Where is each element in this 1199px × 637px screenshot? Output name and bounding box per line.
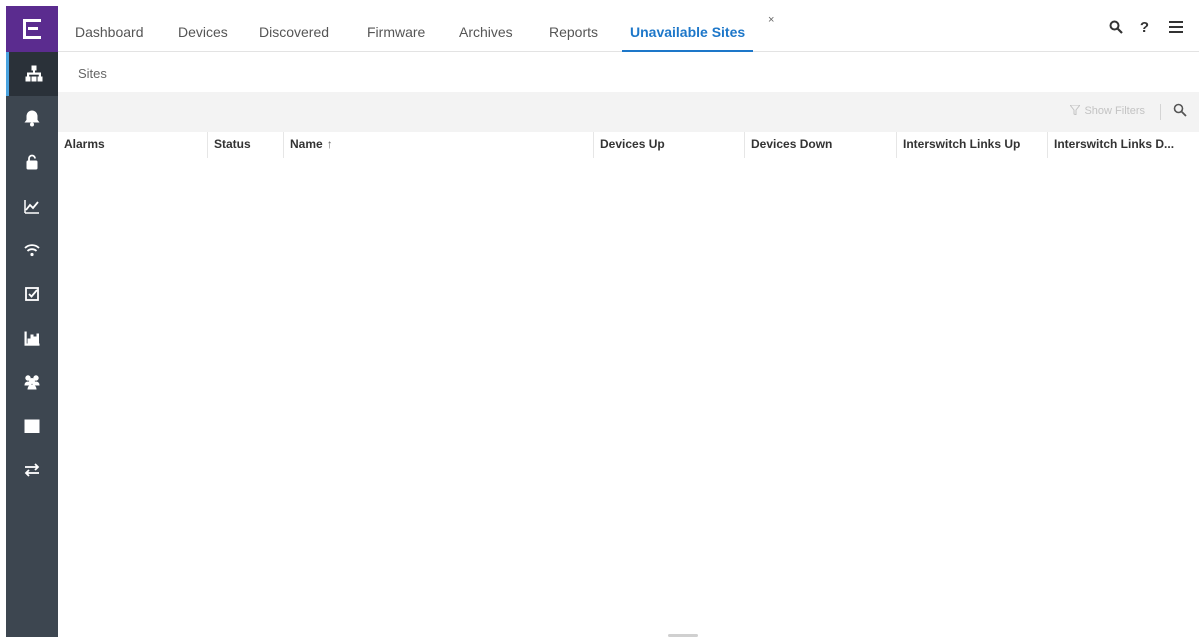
wifi-icon [24,244,40,257]
breadcrumb: Sites [78,66,107,81]
tab-discovered[interactable]: Discovered [259,6,329,52]
grid-body [58,158,1199,637]
column-status[interactable]: Status [208,132,284,158]
top-tab-bar: Dashboard Devices Discovered Firmware Ar… [58,6,1199,52]
server-icon [24,419,40,433]
logo-icon[interactable] [6,6,58,52]
help-icon[interactable]: ? [1140,19,1149,36]
tab-archives[interactable]: Archives [459,6,513,52]
column-devices-up[interactable]: Devices Up [594,132,745,158]
column-interswitch-links-up[interactable]: Interswitch Links Up [897,132,1048,158]
menu-icon[interactable] [1169,20,1183,37]
sidebar-item-analytics[interactable] [6,184,58,228]
sidebar-item-tasks[interactable] [6,272,58,316]
sidebar-item-network[interactable] [6,52,58,96]
line-chart-icon [24,200,39,214]
sidebar-item-servers[interactable] [6,404,58,448]
users-icon [24,375,40,390]
filter-icon [1069,104,1082,116]
sidebar [6,6,58,637]
network-icon [25,65,42,82]
lock-icon [26,154,38,170]
sidebar-item-users[interactable] [6,360,58,404]
tab-devices[interactable]: Devices [178,6,228,52]
bar-chart-icon [24,331,40,346]
tab-firmware[interactable]: Firmware [367,6,425,52]
column-interswitch-links-down[interactable]: Interswitch Links D... [1048,132,1199,158]
column-alarms[interactable]: Alarms [58,132,208,158]
column-name-label: Name [290,137,323,151]
checkbox-icon [25,287,39,301]
transfer-icon [24,463,40,477]
sidebar-item-wireless[interactable] [6,228,58,272]
grid-header: Alarms Status Name ↑ Devices Up Devices D… [58,132,1199,158]
column-name[interactable]: Name ↑ [284,132,594,158]
grid-toolbar: Show Filters [58,92,1199,132]
toolbar-divider [1160,104,1161,120]
show-filters-label: Show Filters [1084,105,1145,117]
sort-ascending-icon: ↑ [326,137,333,151]
tab-dashboard[interactable]: Dashboard [75,6,144,52]
sidebar-item-reports[interactable] [6,316,58,360]
show-filters-button[interactable]: Show Filters [1069,104,1145,117]
grid-search-icon[interactable] [1173,103,1187,122]
tab-close-button[interactable]: × [768,14,774,26]
tab-reports[interactable]: Reports [549,6,598,52]
bell-icon [24,110,40,127]
sidebar-item-security[interactable] [6,140,58,184]
column-devices-down[interactable]: Devices Down [745,132,897,158]
search-icon[interactable] [1109,20,1123,38]
sidebar-item-transfer[interactable] [6,448,58,492]
tab-unavailable-sites[interactable]: Unavailable Sites [622,6,754,52]
sidebar-item-alarms[interactable] [6,96,58,140]
